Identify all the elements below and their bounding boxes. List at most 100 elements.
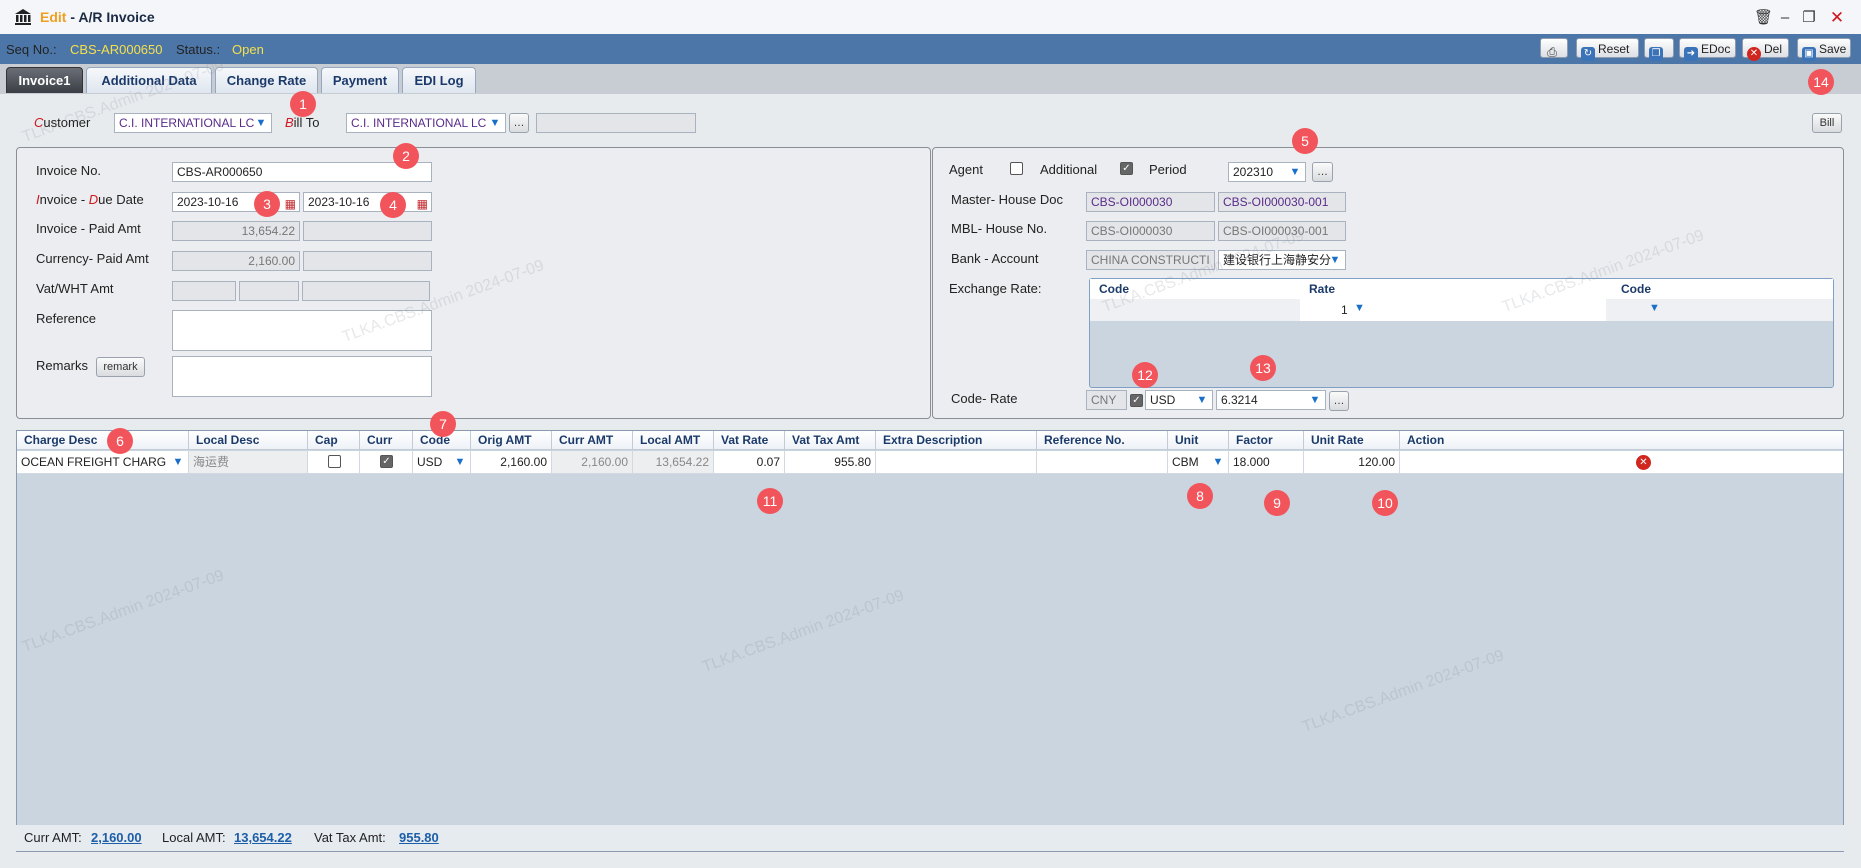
col-vat-rate[interactable]: Vat Rate	[714, 431, 785, 450]
bill-to-lookup-button[interactable]: …	[509, 113, 529, 133]
charges-grid: Charge Desc Local Desc Cap Curr Code Ori…	[16, 430, 1844, 852]
col-vat-tax-amt[interactable]: Vat Tax Amt	[785, 431, 876, 450]
code-rate-label: Code- Rate	[951, 391, 1018, 406]
code-checkbox[interactable]: ✓	[1130, 394, 1143, 407]
delete-button[interactable]: ✕ Del	[1742, 38, 1789, 61]
code-cell[interactable]: USD ▼	[413, 451, 471, 473]
code-select[interactable]: USD ▼	[1145, 390, 1213, 410]
trash-icon[interactable]: 🗑	[1754, 9, 1773, 27]
calendar-icon[interactable]: ▦	[285, 195, 296, 211]
chevron-down-icon[interactable]: ▼	[1649, 302, 1660, 314]
cap-checkbox[interactable]	[328, 455, 341, 468]
customer-value: C.I. INTERNATIONAL LC	[119, 116, 255, 130]
edoc-button[interactable]: ➜ EDoc	[1679, 38, 1736, 61]
tab-change-rate[interactable]: Change Rate	[215, 67, 318, 93]
period-value: 202310	[1233, 165, 1274, 179]
col-reference-no[interactable]: Reference No.	[1037, 431, 1168, 450]
col-curr-amt[interactable]: Curr AMT	[552, 431, 633, 450]
remarks-field[interactable]	[172, 356, 432, 397]
unit-value: CBM	[1172, 455, 1199, 469]
local-amt-total-link[interactable]: 13,654.22	[234, 830, 292, 845]
marker-badge: 1	[290, 91, 316, 117]
reference-no-cell[interactable]	[1037, 451, 1168, 473]
col-curr[interactable]: Curr	[360, 431, 413, 450]
orig-amt-cell[interactable]: 2,160.00	[471, 451, 552, 473]
restore-icon[interactable]: ❐	[1800, 9, 1818, 27]
tab-invoice1[interactable]: Invoice1	[6, 67, 83, 93]
col-unit[interactable]: Unit	[1168, 431, 1229, 450]
curr-amt-total-link[interactable]: 2,160.00	[91, 830, 142, 845]
local-amt-cell: 13,654.22	[633, 451, 714, 473]
print-button[interactable]: ⎙	[1540, 38, 1568, 59]
calendar-icon[interactable]: ▦	[417, 195, 428, 211]
curr-checkbox[interactable]: ✓	[380, 455, 393, 468]
exchange-rate-cell[interactable]: 1 ▼	[1300, 299, 1606, 321]
marker-badge: 11	[757, 488, 783, 514]
rate-lookup-button[interactable]: …	[1329, 391, 1349, 411]
chevron-down-icon: ▼	[454, 456, 466, 468]
marker-badge: 12	[1132, 362, 1158, 388]
vat-tax-total-link[interactable]: 955.80	[399, 830, 439, 845]
agent-checkbox[interactable]	[1010, 162, 1023, 175]
additional-checkbox[interactable]: ✓	[1120, 162, 1133, 175]
col-action[interactable]: Action	[1400, 431, 1843, 450]
bill-button[interactable]: Bill	[1812, 113, 1842, 133]
chevron-down-icon: ▼	[1212, 456, 1224, 468]
mode-label: Edit	[40, 9, 67, 25]
col-local-amt[interactable]: Local AMT	[633, 431, 714, 450]
unit-rate-cell[interactable]: 120.00	[1304, 451, 1400, 473]
invoice-no-field[interactable]: CBS-AR000650	[172, 162, 432, 182]
col-extra-description[interactable]: Extra Description	[876, 431, 1037, 450]
col-cap[interactable]: Cap	[308, 431, 360, 450]
invoice-date-field[interactable]: 2023-10-16 ▦	[172, 192, 300, 212]
col-local-desc[interactable]: Local Desc	[189, 431, 308, 450]
exchange-rate-value: 1	[1341, 303, 1348, 317]
agent-label: Agent	[949, 162, 983, 177]
vat-field	[172, 281, 236, 301]
charge-desc-cell[interactable]: OCEAN FREIGHT CHARG ▼	[17, 451, 189, 473]
minimize-icon[interactable]: –	[1776, 9, 1794, 27]
bank-icon	[14, 8, 32, 25]
due-date-field[interactable]: 2023-10-16 ▦	[303, 192, 432, 212]
col-charge-desc[interactable]: Charge Desc	[17, 431, 189, 450]
marker-badge: 10	[1372, 490, 1398, 516]
copy-button[interactable]: ❐	[1644, 38, 1674, 61]
unit-cell[interactable]: CBM ▼	[1168, 451, 1229, 473]
vat-wht-label: Vat/WHT Amt	[36, 281, 114, 296]
col-orig-amt[interactable]: Orig AMT	[471, 431, 552, 450]
edoc-label: EDoc	[1701, 42, 1731, 56]
col-factor[interactable]: Factor	[1229, 431, 1304, 450]
invoice-amt-field: 13,654.22	[172, 221, 300, 241]
save-icon: ▣	[1802, 47, 1816, 61]
save-label: Save	[1819, 42, 1847, 56]
close-icon[interactable]: ✕	[1828, 9, 1846, 27]
seq-value: CBS-AR000650	[70, 42, 163, 57]
col-unit-rate[interactable]: Unit Rate	[1304, 431, 1400, 450]
save-button[interactable]: ▣ Save	[1797, 38, 1851, 61]
wht-field	[239, 281, 299, 301]
period-label: Period	[1149, 162, 1187, 177]
vat-tax-total-label: Vat Tax Amt:	[314, 830, 386, 845]
rate-value: 6.3214	[1221, 393, 1258, 407]
rate-select[interactable]: 6.3214 ▼	[1216, 390, 1326, 410]
vat-rate-cell[interactable]: 0.07	[714, 451, 785, 473]
cap-cell	[308, 451, 360, 473]
period-lookup-button[interactable]: …	[1312, 162, 1333, 182]
tab-edi-log[interactable]: EDI Log	[402, 67, 476, 93]
vat-tax-amt-cell[interactable]: 955.80	[785, 451, 876, 473]
tab-payment[interactable]: Payment	[321, 67, 399, 93]
customer-select[interactable]: C.I. INTERNATIONAL LC ▼	[114, 113, 272, 133]
delete-row-icon[interactable]: ✕	[1636, 455, 1651, 470]
status-bar: Seq No.: CBS-AR000650 Status.: Open ⎙ ↻ R…	[0, 34, 1861, 64]
extra-description-cell[interactable]	[876, 451, 1037, 473]
window-title: Edit - A/R Invoice	[40, 9, 155, 25]
reset-button[interactable]: ↻ Reset	[1576, 38, 1639, 61]
factor-cell[interactable]: 18.000	[1229, 451, 1304, 473]
invoice-paid-label: Invoice - Paid Amt	[36, 221, 141, 236]
period-select[interactable]: 202310 ▼	[1228, 162, 1306, 182]
bill-to-select[interactable]: C.I. INTERNATIONAL LC ▼	[346, 113, 506, 133]
remark-button[interactable]: remark	[96, 357, 145, 377]
marker-badge: 7	[430, 411, 456, 437]
charge-desc-value: OCEAN FREIGHT CHARG	[21, 455, 167, 469]
delete-icon: ✕	[1747, 47, 1761, 61]
